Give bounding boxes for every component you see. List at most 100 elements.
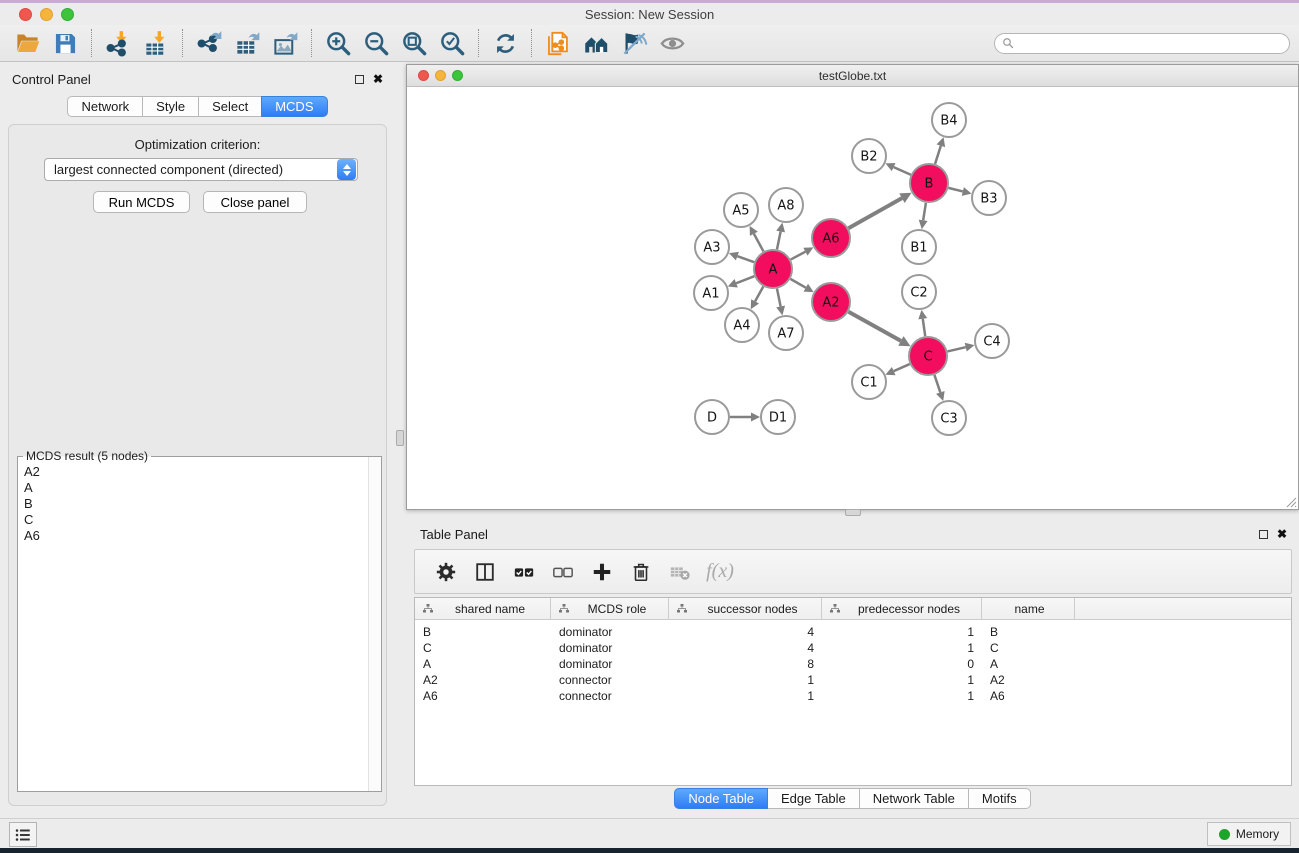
tab-style[interactable]: Style bbox=[142, 96, 199, 117]
mcds-result-item[interactable]: A6 bbox=[24, 528, 361, 544]
graph-edge-A-A5[interactable] bbox=[754, 234, 764, 252]
table-cell[interactable]: B bbox=[982, 625, 1075, 639]
graph-edge-A-A7[interactable] bbox=[777, 289, 781, 307]
table-cell[interactable]: 4 bbox=[669, 625, 822, 639]
table-cell[interactable]: A2 bbox=[415, 673, 551, 687]
graph-edge-C-C4[interactable] bbox=[947, 347, 965, 351]
graph-node-D1[interactable]: D1 bbox=[761, 400, 795, 434]
tab-node-table[interactable]: Node Table bbox=[674, 788, 768, 809]
graphics-details-button[interactable] bbox=[615, 27, 653, 59]
graph-node-B4[interactable]: B4 bbox=[932, 103, 966, 137]
table-cell[interactable]: 1 bbox=[822, 625, 982, 639]
table-row[interactable]: Adominator80A bbox=[415, 656, 1291, 672]
network-window-titlebar[interactable]: testGlobe.txt bbox=[407, 65, 1298, 87]
graph-node-C2[interactable]: C2 bbox=[902, 275, 936, 309]
resize-grip-icon[interactable] bbox=[1285, 496, 1297, 508]
import-network-button[interactable] bbox=[99, 27, 137, 59]
column-visibility-button[interactable] bbox=[470, 557, 500, 587]
graph-node-A3[interactable]: A3 bbox=[695, 230, 729, 264]
graph-edge-B-B4[interactable] bbox=[935, 146, 941, 164]
search-input[interactable] bbox=[1014, 35, 1289, 52]
table-cell[interactable]: 1 bbox=[669, 689, 822, 703]
table-cell[interactable]: A6 bbox=[982, 689, 1075, 703]
table-cell[interactable]: 1 bbox=[669, 673, 822, 687]
tab-network-table[interactable]: Network Table bbox=[859, 788, 969, 809]
graph-node-B3[interactable]: B3 bbox=[972, 181, 1006, 215]
graph-edge-C-C2[interactable] bbox=[923, 319, 925, 336]
mcds-result-item[interactable]: A2 bbox=[24, 464, 361, 480]
table-cell[interactable]: dominator bbox=[551, 657, 669, 671]
export-network-button[interactable] bbox=[190, 27, 228, 59]
network-canvas[interactable]: AA1A2A3A4A5A6A7A8BB1B2B3B4CC1C2C3C4DD1 bbox=[407, 87, 1298, 509]
first-neighbors-button[interactable] bbox=[577, 27, 615, 59]
search-box[interactable] bbox=[994, 33, 1290, 54]
graph-node-C[interactable]: C bbox=[909, 337, 947, 375]
table-cell[interactable]: dominator bbox=[551, 641, 669, 655]
graph-edge-A2-C[interactable] bbox=[848, 312, 900, 341]
graph-node-B[interactable]: B bbox=[910, 164, 948, 202]
table-cell[interactable]: connector bbox=[551, 689, 669, 703]
delete-column-button[interactable] bbox=[626, 557, 656, 587]
close-table-panel-icon[interactable]: ✖ bbox=[1277, 529, 1287, 539]
graph-node-B1[interactable]: B1 bbox=[902, 230, 936, 264]
graph-node-A2[interactable]: A2 bbox=[812, 283, 850, 321]
zoom-fit-button[interactable] bbox=[395, 27, 433, 59]
graph-node-A5[interactable]: A5 bbox=[724, 193, 758, 227]
select-all-button[interactable] bbox=[509, 557, 539, 587]
export-table-button[interactable] bbox=[228, 27, 266, 59]
graph-edge-B-B1[interactable] bbox=[923, 203, 926, 221]
graph-node-A7[interactable]: A7 bbox=[769, 316, 803, 350]
show-hide-button[interactable] bbox=[653, 27, 691, 59]
zoom-out-button[interactable] bbox=[357, 27, 395, 59]
table-cell[interactable]: dominator bbox=[551, 625, 669, 639]
vertical-split-grip[interactable] bbox=[396, 430, 404, 446]
graph-edge-A-A3[interactable] bbox=[737, 256, 754, 262]
mcds-result-item[interactable]: A bbox=[24, 480, 361, 496]
graph-node-A8[interactable]: A8 bbox=[769, 188, 803, 222]
result-scrollbar[interactable] bbox=[368, 457, 381, 791]
memory-button[interactable]: Memory bbox=[1207, 822, 1291, 846]
graph-edge-A-A1[interactable] bbox=[736, 276, 754, 283]
graph-edge-C-C1[interactable] bbox=[894, 364, 910, 371]
function-builder-button[interactable]: f(x) bbox=[704, 557, 734, 587]
table-cell[interactable]: 1 bbox=[822, 641, 982, 655]
graph-node-C4[interactable]: C4 bbox=[975, 324, 1009, 358]
mcds-result-item[interactable]: B bbox=[24, 496, 361, 512]
save-session-button[interactable] bbox=[46, 27, 84, 59]
table-cell[interactable]: B bbox=[415, 625, 551, 639]
table-cell[interactable]: connector bbox=[551, 673, 669, 687]
add-column-button[interactable] bbox=[587, 557, 617, 587]
horizontal-split-grip[interactable] bbox=[845, 509, 861, 516]
tab-network[interactable]: Network bbox=[67, 96, 143, 117]
table-cell[interactable]: 8 bbox=[669, 657, 822, 671]
criterion-dropdown[interactable]: largest connected component (directed) bbox=[44, 158, 358, 181]
table-cell[interactable]: C bbox=[982, 641, 1075, 655]
graph-node-A1[interactable]: A1 bbox=[694, 276, 728, 310]
graph-node-B2[interactable]: B2 bbox=[852, 139, 886, 173]
table-cell[interactable]: 4 bbox=[669, 641, 822, 655]
column-header-successor-nodes[interactable]: successor nodes bbox=[669, 598, 822, 619]
tab-motifs[interactable]: Motifs bbox=[968, 788, 1031, 809]
column-header-predecessor-nodes[interactable]: predecessor nodes bbox=[822, 598, 982, 619]
table-cell[interactable]: 1 bbox=[822, 689, 982, 703]
tab-select[interactable]: Select bbox=[198, 96, 262, 117]
graph-edge-A6-B[interactable] bbox=[848, 198, 902, 228]
table-row[interactable]: A6connector11A6 bbox=[415, 688, 1291, 704]
graph-edge-B-B2[interactable] bbox=[894, 167, 911, 175]
table-options-button[interactable] bbox=[431, 557, 461, 587]
export-image-button[interactable] bbox=[266, 27, 304, 59]
graph-node-A[interactable]: A bbox=[754, 250, 792, 288]
graph-node-C1[interactable]: C1 bbox=[852, 365, 886, 399]
run-mcds-button[interactable]: Run MCDS bbox=[93, 191, 190, 213]
graph-node-A6[interactable]: A6 bbox=[812, 219, 850, 257]
table-cell[interactable]: 1 bbox=[822, 673, 982, 687]
mcds-result-item[interactable]: C bbox=[24, 512, 361, 528]
graph-edge-A-A6[interactable] bbox=[791, 252, 806, 260]
deselect-all-button[interactable] bbox=[548, 557, 578, 587]
close-panel-icon[interactable]: ✖ bbox=[373, 74, 383, 84]
new-network-button[interactable] bbox=[539, 27, 577, 59]
graph-edge-B-B3[interactable] bbox=[948, 188, 962, 192]
apply-layout-button[interactable] bbox=[486, 27, 524, 59]
float-table-panel-icon[interactable] bbox=[1259, 530, 1268, 539]
task-history-button[interactable] bbox=[9, 822, 37, 847]
